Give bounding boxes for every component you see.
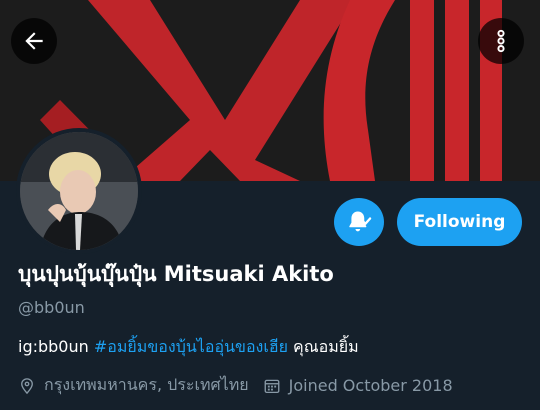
handle: @bb0un	[18, 298, 85, 317]
avatar-photo	[20, 132, 138, 250]
more-options-button[interactable]	[478, 18, 524, 64]
back-button[interactable]	[11, 18, 57, 64]
arrow-left-icon	[25, 32, 43, 50]
avatar[interactable]	[16, 128, 142, 254]
notifications-button[interactable]	[334, 198, 384, 246]
bio-hashtag-link[interactable]: #อมยิ้มของบุ้นไออุ่นของเฮีย	[94, 337, 288, 356]
following-button[interactable]: Following	[397, 198, 522, 246]
joined-date-text: Joined October 2018	[288, 376, 453, 395]
profile-meta: กรุงเทพมหานคร, ประเทศไทย Joined October …	[18, 373, 453, 398]
bio-text-prefix: ig:bb0un	[18, 337, 94, 356]
location-text: กรุงเทพมหานคร, ประเทศไทย	[44, 375, 249, 394]
display-name: บุนปุนบุ้นบุ๊นปุ๋น Mitsuaki Akito	[18, 262, 334, 286]
bio: ig:bb0un #อมยิ้มของบุ้นไออุ่นของเฮีย คุณ…	[18, 335, 359, 360]
calendar-icon	[263, 377, 281, 395]
bell-check-icon	[349, 211, 372, 232]
bio-text-suffix: คุณอมยิ้ม	[287, 337, 359, 356]
location-pin-icon	[18, 377, 36, 395]
vertical-ellipsis-icon	[497, 29, 505, 53]
